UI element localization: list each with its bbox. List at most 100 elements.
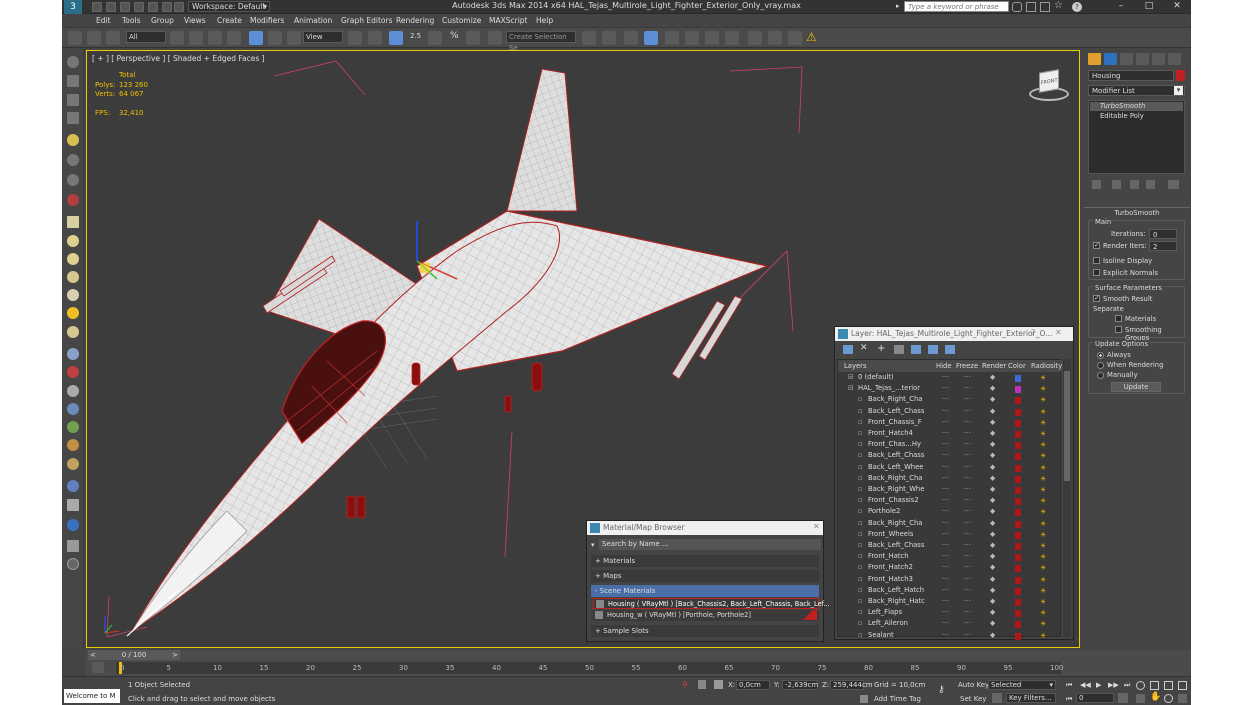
col-freeze[interactable]: Freeze — [956, 360, 978, 372]
render-toggle-icon[interactable]: ◆ — [990, 619, 995, 627]
info-icon[interactable] — [67, 519, 79, 531]
fov-icon[interactable] — [1136, 694, 1145, 703]
time-tag-icon[interactable] — [860, 695, 868, 703]
named-selection-dropdown[interactable]: Create Selection Se — [506, 31, 576, 52]
system-icon[interactable] — [67, 385, 79, 397]
show-end-result-icon[interactable] — [1112, 180, 1121, 189]
freeze-toggle[interactable]: ··· — [964, 451, 970, 459]
menu-tools[interactable]: Tools — [122, 16, 140, 25]
render-toggle-icon[interactable]: ◆ — [990, 407, 995, 415]
layer-explorer-icon[interactable] — [67, 75, 79, 87]
freeze-toggle[interactable]: ··· — [964, 407, 970, 415]
warning-icon[interactable]: ⚠ — [806, 30, 817, 44]
layer-scrollbar[interactable] — [1063, 359, 1071, 637]
stack-item-editable-poly[interactable]: Editable Poly — [1090, 112, 1144, 120]
plant-icon[interactable] — [67, 421, 79, 433]
link-icon[interactable] — [68, 31, 82, 45]
rendered-frame-window-icon[interactable] — [768, 31, 782, 45]
layer-row[interactable]: ▫ Back_Right_Cha ··· ··· ◆ ☀ — [842, 474, 1062, 485]
modifier-list-dropdown[interactable]: Modifier List ▾ — [1088, 85, 1185, 96]
freeze-toggle[interactable]: ··· — [964, 597, 970, 605]
layer-row[interactable]: ▫ Front_Chassis_F ··· ··· ◆ ☀ — [842, 418, 1062, 429]
layer-color-swatch[interactable] — [1015, 610, 1021, 618]
scene-materials-section[interactable]: - Scene Materials — [591, 585, 819, 597]
next-frame-icon[interactable]: > — [172, 650, 178, 660]
freeze-toggle[interactable]: ··· — [964, 429, 970, 437]
hide-toggle[interactable]: ··· — [942, 586, 948, 594]
create-layer-icon[interactable] — [843, 345, 853, 354]
sample-slots-section[interactable]: + Sample Slots — [591, 625, 819, 637]
col-color[interactable]: Color — [1008, 360, 1026, 372]
create-tab-icon[interactable] — [1088, 53, 1101, 65]
absolute-mode-icon[interactable] — [714, 680, 723, 689]
hide-toggle[interactable]: ··· — [942, 373, 948, 381]
freeze-toggle[interactable]: ··· — [964, 530, 970, 538]
hide-toggle[interactable]: ··· — [942, 407, 948, 415]
prev-key-icon[interactable]: ◀◀ — [1080, 681, 1091, 689]
percent-snap-icon[interactable]: % — [450, 31, 459, 41]
layer-dialog-title[interactable]: Layer: HAL_Tejas_Multirole_Light_Fighter… — [835, 327, 1073, 341]
object-icon[interactable]: ▫ — [858, 575, 863, 583]
key-icon[interactable]: ⚷ — [938, 685, 945, 695]
layer-row[interactable]: ▫ Front_Hatch3 ··· ··· ◆ ☀ — [842, 575, 1062, 586]
render-toggle-icon[interactable]: ◆ — [990, 418, 995, 426]
z-coordinate-field[interactable]: 259,444cm — [830, 680, 873, 690]
layer-color-swatch[interactable] — [1015, 531, 1021, 539]
search-arrow-icon[interactable]: ▸ — [896, 2, 900, 10]
key-mode-icon[interactable] — [92, 662, 104, 673]
layer-manager-icon[interactable] — [644, 31, 658, 45]
radiosity-icon[interactable]: ☀ — [1040, 520, 1046, 528]
layer-color-swatch[interactable] — [1015, 498, 1021, 506]
radiosity-icon[interactable]: ☀ — [1040, 408, 1046, 416]
favorites-icon[interactable]: ☆ — [1054, 0, 1063, 11]
zoom-extents-icon[interactable] — [1164, 681, 1173, 690]
layer-row[interactable]: ⊟ 0 (default) ··· ··· ◆ ☀ — [842, 373, 1062, 384]
radiosity-icon[interactable]: ☀ — [1040, 564, 1046, 572]
hide-toggle[interactable]: ··· — [942, 597, 948, 605]
layer-color-swatch[interactable] — [1015, 453, 1021, 461]
radiosity-icon[interactable]: ☀ — [1040, 452, 1046, 460]
freeze-toggle[interactable]: ··· — [964, 463, 970, 471]
freeze-toggle[interactable]: ··· — [964, 563, 970, 571]
object-icon[interactable]: ▫ — [858, 429, 863, 437]
hide-toggle[interactable]: ··· — [942, 608, 948, 616]
expand-icon[interactable]: ⊟ — [848, 384, 854, 392]
layer-row[interactable]: ▫ Porthole2 ··· ··· ◆ ☀ — [842, 507, 1062, 518]
freeze-toggle[interactable]: ··· — [964, 586, 970, 594]
object-color-swatch[interactable] — [1176, 70, 1185, 81]
scroll-thumb[interactable] — [1064, 371, 1070, 481]
current-frame-field[interactable]: 0 — [1076, 693, 1114, 703]
iterations-spinner[interactable]: 0 — [1149, 229, 1177, 239]
layer-color-swatch[interactable] — [1015, 554, 1021, 562]
layer-row[interactable]: ▫ Back_Left_Chass ··· ··· ◆ ☀ — [842, 451, 1062, 462]
make-unique-icon[interactable] — [1130, 180, 1139, 189]
hide-toggle[interactable]: ··· — [942, 631, 948, 639]
geosphere-icon[interactable] — [67, 326, 79, 338]
menu-animation[interactable]: Animation — [294, 16, 332, 25]
delete-layer-icon[interactable]: ✕ — [860, 343, 868, 353]
layer-row[interactable]: ▫ Back_Right_Whe ··· ··· ◆ ☀ — [842, 485, 1062, 496]
render-toggle-icon[interactable]: ◆ — [990, 384, 995, 392]
selection-lock-icon[interactable] — [698, 680, 706, 689]
maps-section[interactable]: + Maps — [591, 570, 819, 582]
render-toggle-icon[interactable]: ◆ — [990, 563, 995, 571]
smoothing-groups-checkbox[interactable] — [1115, 326, 1122, 333]
help-icon[interactable]: ? — [1072, 2, 1082, 12]
radiosity-icon[interactable]: ☀ — [1040, 475, 1046, 483]
freeze-toggle[interactable]: ··· — [964, 507, 970, 515]
object-icon[interactable]: ▫ — [858, 597, 863, 605]
layer-color-swatch[interactable] — [1015, 520, 1021, 528]
zoom-icon[interactable] — [1136, 681, 1145, 690]
pivot-center-icon[interactable] — [348, 31, 362, 45]
spinner-snap-icon[interactable] — [466, 31, 480, 45]
sphere-icon[interactable] — [67, 235, 79, 247]
object-icon[interactable]: ▫ — [858, 507, 863, 515]
add-to-layer-icon[interactable]: + — [877, 343, 885, 354]
materials-section[interactable]: + Materials — [591, 555, 819, 567]
unlink-icon[interactable] — [87, 31, 101, 45]
render-toggle-icon[interactable]: ◆ — [990, 463, 995, 471]
window-crossing-icon[interactable] — [227, 31, 241, 45]
select-rotate-icon[interactable] — [268, 31, 282, 45]
align-icon[interactable] — [602, 31, 616, 45]
render-toggle-icon[interactable]: ◆ — [990, 575, 995, 583]
